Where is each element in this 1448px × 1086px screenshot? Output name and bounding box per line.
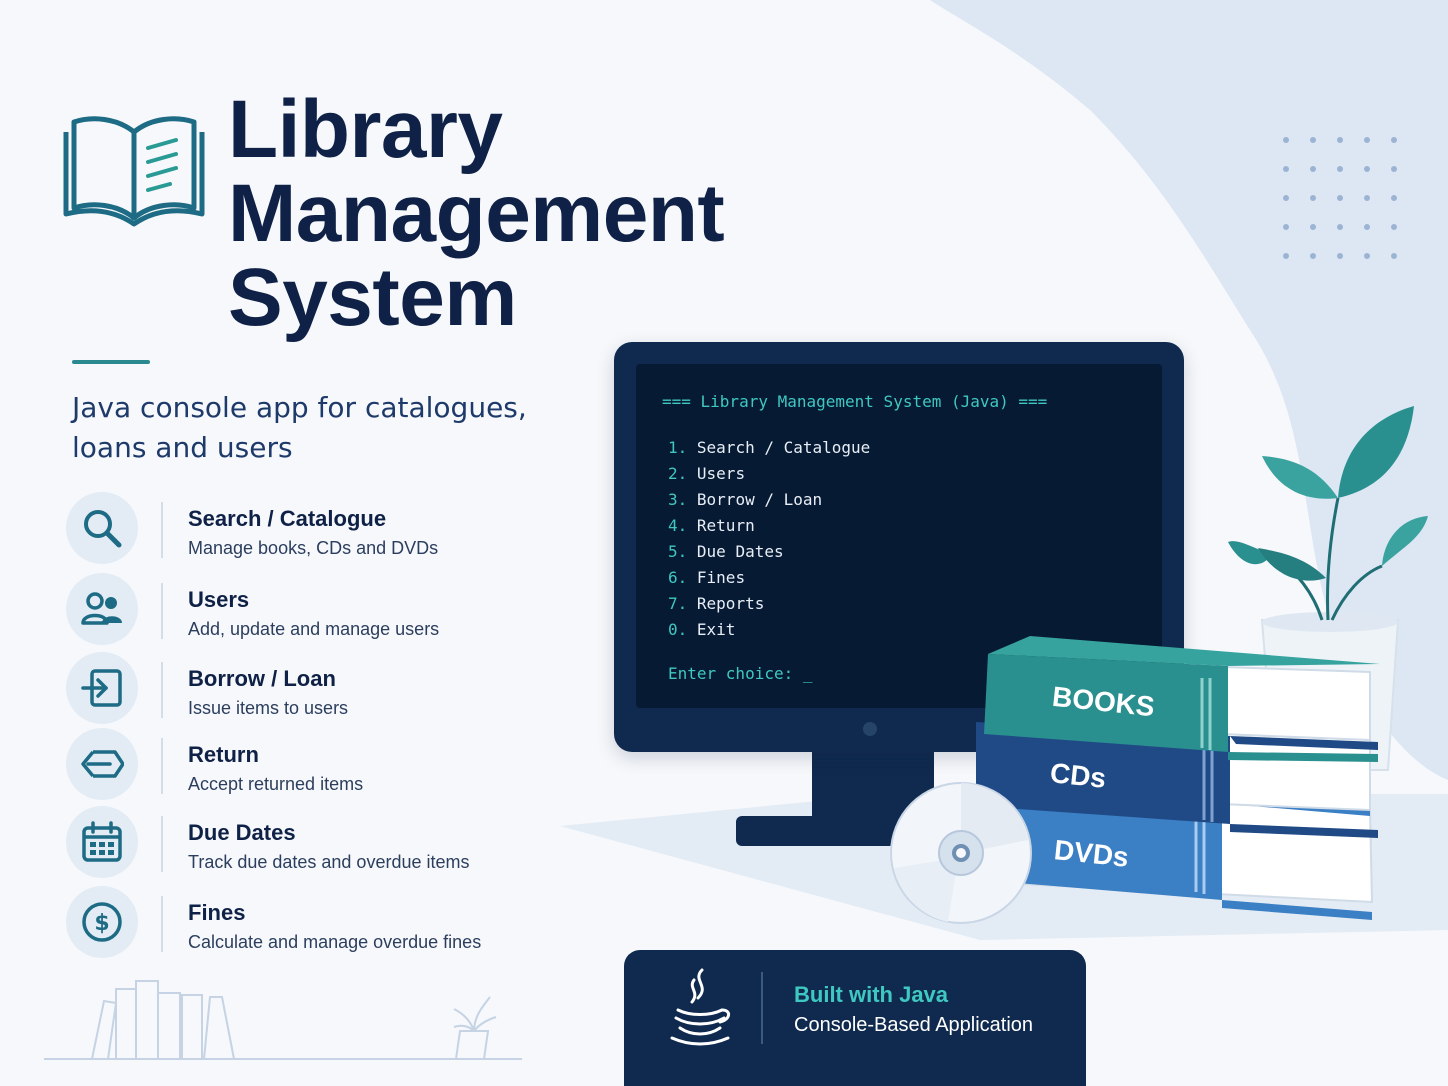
feature-description: Calculate and manage overdue fines [188,932,482,952]
feature-icon-badge [66,492,138,564]
power-indicator [863,722,877,736]
menu-number: 7. [668,594,688,613]
feature-divider [161,896,163,952]
feature-icon-badge [66,728,138,800]
feature-title: Due Dates [188,820,296,845]
feature-description: Issue items to users [188,698,349,718]
terminal-menu-item: 7. Reports [668,594,764,613]
feature-icon-badge [66,573,138,645]
feature-icon-badge [66,652,138,724]
footer-divider [761,972,763,1044]
feature-item-return: Return Accept returned items [66,728,556,800]
menu-number: 0. [668,620,688,639]
svg-text:$: $ [94,911,109,936]
feature-divider [161,583,163,639]
cd-disc-icon [890,782,1032,924]
page-title: Library Management System [228,84,725,343]
menu-label: Exit [696,620,736,639]
feature-item-fines: $ Fines Calculate and manage overdue fin… [66,886,556,958]
feature-divider [161,738,163,794]
terminal-menu-item: 6. Fines [668,568,745,587]
terminal-menu-item: 3. Borrow / Loan [668,490,822,509]
subtitle: Java console app for catalogues, loans a… [72,391,527,464]
menu-label: Due Dates [696,542,784,561]
feature-description: Add, update and manage users [188,619,440,639]
menu-label: Search / Catalogue [696,438,871,457]
terminal-menu-item: 1. Search / Catalogue [668,438,870,457]
console-app-label: Console-Based Application [794,1014,1034,1036]
feature-title: Borrow / Loan [188,666,336,691]
title-line-1: Library [228,84,503,175]
menu-label: Users [696,464,746,483]
feature-divider [161,816,163,872]
book-label-cds: CDs [1048,757,1108,794]
built-with-java-label: Built with Java [794,982,949,1007]
users-icon [81,592,122,625]
return-icon [81,750,124,778]
title-underline [72,360,150,364]
terminal-header: === Library Management System (Java) === [662,392,1048,411]
feature-divider [161,502,163,558]
feature-icon-badge [66,806,138,878]
feature-item-borrow: Borrow / Loan Issue items to users [66,652,556,724]
dot-grid-decoration [1283,137,1397,259]
feature-description: Accept returned items [188,774,364,794]
terminal-menu-item: 4. Return [668,516,755,535]
feature-item-users: Users Add, update and manage users [66,573,556,645]
feature-description: Manage books, CDs and DVDs [188,538,439,558]
feature-title: Return [188,742,259,767]
terminal-menu-item: 0. Exit [668,620,735,639]
menu-number: 2. [668,464,688,483]
menu-number: 6. [668,568,688,587]
feature-item-due-dates: Due Dates Track due dates and overdue it… [66,806,556,878]
calendar-icon [82,821,122,862]
menu-label: Borrow / Loan [696,490,823,509]
feature-icon-badge: $ [66,886,138,958]
feature-title: Fines [188,900,246,925]
title-line-2: Management [228,168,725,259]
feature-divider [161,662,163,718]
feature-item-search: Search / Catalogue Manage books, CDs and… [66,492,556,564]
borrow-icon [81,669,122,707]
menu-number: 3. [668,490,688,509]
menu-label: Return [696,516,755,535]
terminal-menu-item: 5. Due Dates [668,542,784,561]
open-book-icon [63,116,205,227]
menu-number: 5. [668,542,688,561]
feature-description: Track due dates and overdue items [188,852,470,872]
bookshelf-illustration [44,980,522,1060]
search-icon [84,510,122,548]
dollar-icon: $ [82,902,122,942]
built-with-java-card: Built with Java Console-Based Applicatio… [624,950,1086,1086]
menu-number: 4. [668,516,688,535]
menu-number: 1. [668,438,688,457]
menu-label: Reports [696,594,765,613]
feature-title: Search / Catalogue [188,506,387,531]
menu-label: Fines [696,568,746,587]
java-logo-icon [670,968,730,1046]
feature-title: Users [188,587,250,612]
terminal-prompt[interactable]: Enter choice: _ [668,664,813,683]
terminal-menu-item: 2. Users [668,464,745,483]
title-line-3: System [228,252,517,343]
